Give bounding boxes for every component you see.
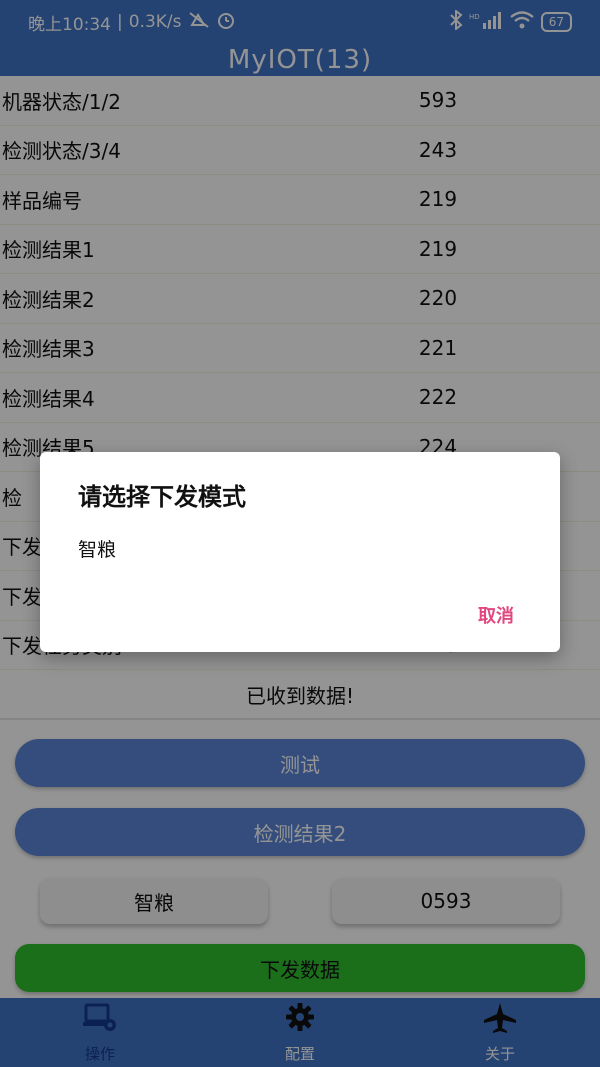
cancel-button[interactable]: 取消 — [478, 602, 514, 628]
dialog-option-zhiliang[interactable]: 智粮 — [78, 535, 116, 562]
mode-select-dialog: 请选择下发模式 智粮 取消 — [40, 452, 560, 652]
dialog-title: 请选择下发模式 — [78, 483, 246, 511]
